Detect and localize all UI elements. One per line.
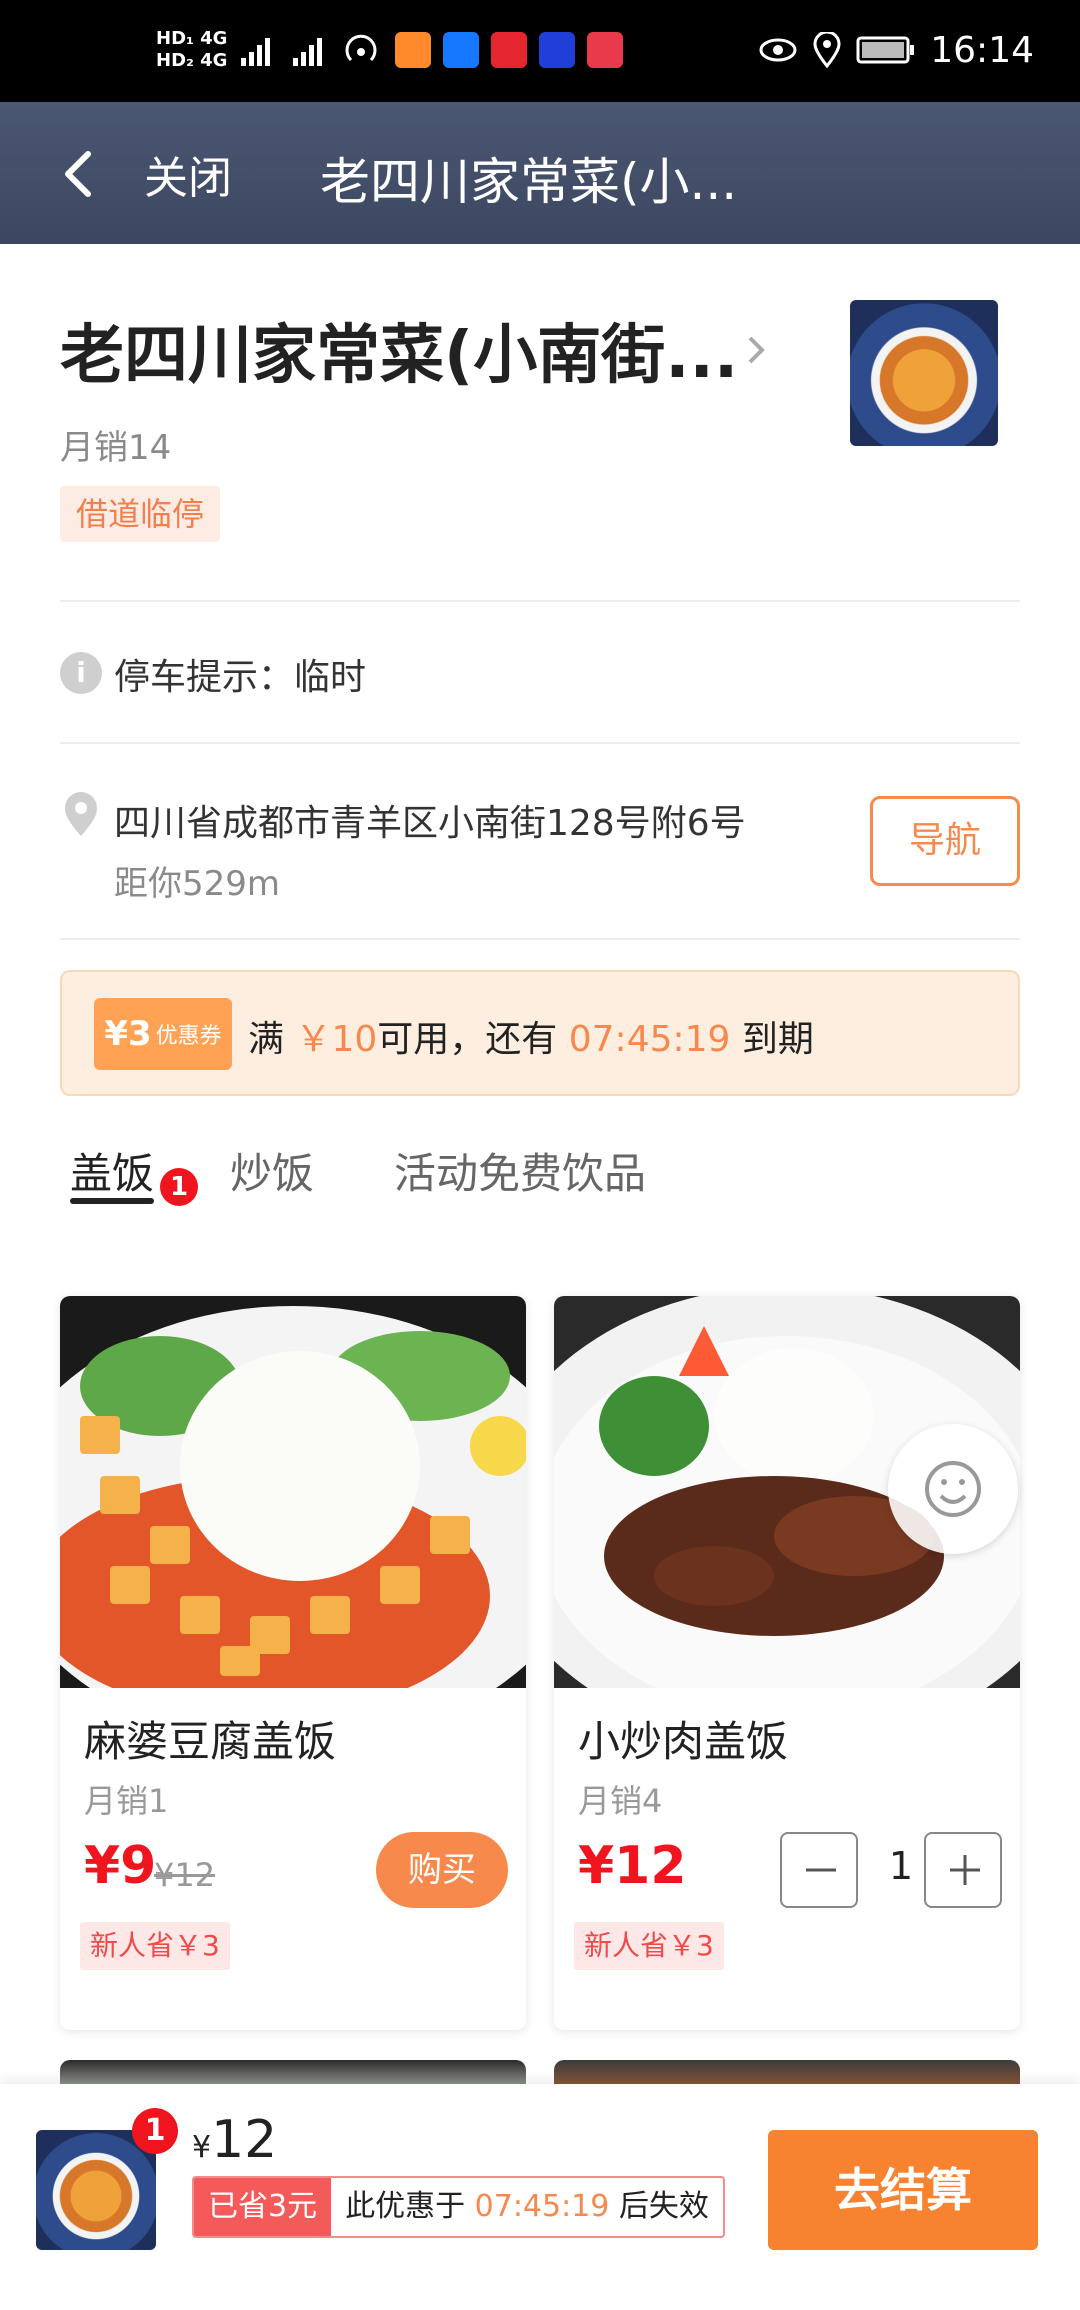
product-card[interactable]: 小炒肉盖饭 月销4 ¥12 1 新人省￥3	[554, 1296, 1020, 2030]
store-address: 四川省成都市青羊区小南街128号附6号	[114, 803, 746, 844]
tab-free-drinks[interactable]: 活动免费饮品	[394, 1140, 646, 1201]
cart-currency: ¥	[192, 2130, 212, 2165]
status-left: HD₁ 4G HD₂ 4G	[156, 22, 624, 78]
signal-2-icon	[293, 38, 323, 66]
signal-icon	[241, 38, 271, 66]
app-notification-icon	[587, 32, 624, 68]
divider	[60, 742, 1020, 744]
store-distance: 距你529m	[114, 864, 281, 904]
location-pin-icon	[65, 792, 97, 836]
saved-amount: 已省3元	[194, 2178, 332, 2236]
header-title: 老四川家常菜(小...	[320, 153, 738, 211]
app-notification-icon	[395, 32, 432, 68]
newbie-discount-tag: 新人省￥3	[574, 1922, 724, 1970]
store-monthly-sales: 月销14	[60, 428, 172, 468]
coupon-amount: ¥3	[104, 1014, 152, 1054]
coupon-bar[interactable]: ¥3 优惠券 满 ￥10可用，还有 07:45:19 到期	[60, 970, 1020, 1096]
store-name[interactable]: 老四川家常菜(小南街...	[60, 304, 738, 396]
coupon-label: 优惠券	[155, 1024, 222, 1049]
increase-quantity-button[interactable]	[924, 1832, 1002, 1908]
promo-suffix: 后失效	[618, 2189, 709, 2224]
network-indicators: HD₁ 4G HD₂ 4G	[156, 28, 227, 72]
app-header: 关闭 老四川家常菜(小...	[0, 102, 1080, 244]
tab-gaifan[interactable]: 盖饭	[70, 1140, 154, 1201]
navigate-button[interactable]: 导航	[870, 796, 1020, 886]
zhihu-notification-icon	[443, 32, 480, 68]
promo-expiry: 此优惠于 07:45:19 后失效	[331, 2178, 723, 2236]
hotspot-icon	[346, 34, 377, 62]
product-sales: 月销4	[578, 1782, 663, 1820]
network-2-text: HD₂ 4G	[156, 50, 228, 71]
minus-icon	[806, 1868, 836, 1872]
promo-countdown: 07:45:19	[474, 2189, 610, 2224]
coupon-suffix: 到期	[741, 1019, 814, 1060]
eye-icon	[759, 38, 797, 62]
coupon-countdown: 07:45:19	[568, 1019, 731, 1060]
checkout-button[interactable]: 去结算	[768, 2130, 1038, 2250]
coupon-threshold: ￥10	[295, 1019, 378, 1060]
coupon-text: 满 ￥10可用，还有 07:45:19 到期	[248, 1010, 814, 1062]
back-arrow-icon[interactable]	[52, 146, 108, 202]
savings-info: 已省3元 此优惠于 07:45:19 后失效	[192, 2176, 725, 2238]
coupon-prefix: 满	[248, 1019, 285, 1060]
product-name: 麻婆豆腐盖饭	[84, 1717, 337, 1766]
coupon-mid: 可用，还有	[377, 1019, 558, 1060]
product-name: 小炒肉盖饭	[578, 1717, 789, 1766]
store-thumbnail[interactable]	[850, 300, 998, 446]
cart-total-amount: 12	[211, 2110, 278, 2170]
tab-chaofan[interactable]: 炒饭	[230, 1140, 314, 1201]
parking-tip: 停车提示：临时	[114, 657, 367, 698]
app-notification-icon	[539, 32, 576, 68]
tab-count-badge: 1	[160, 1168, 198, 1206]
quantity-value: 1	[888, 1844, 914, 1888]
active-tab-indicator	[70, 1198, 154, 1204]
divider	[60, 938, 1020, 940]
decrease-quantity-button[interactable]	[780, 1832, 858, 1908]
newbie-discount-tag: 新人省￥3	[80, 1922, 230, 1970]
battery-icon	[856, 36, 915, 64]
product-price: ¥12	[578, 1836, 687, 1896]
network-1-text: HD₁ 4G	[156, 28, 228, 49]
divider	[60, 600, 1020, 602]
product-image	[60, 1296, 526, 1688]
customer-service-button[interactable]	[888, 1424, 1018, 1554]
parking-tag: 借道临停	[60, 486, 221, 542]
status-bar: HD₁ 4G HD₂ 4G 16:14	[0, 0, 1080, 102]
cart-count-badge: 1	[132, 2108, 178, 2154]
clock: 16:14	[930, 29, 1034, 71]
product-original-price: ¥12	[154, 1856, 216, 1894]
promo-prefix: 此优惠于	[345, 2189, 466, 2224]
product-sales: 月销1	[84, 1782, 169, 1820]
smile-icon	[925, 1461, 981, 1517]
cart-total: ¥12	[192, 2110, 277, 2170]
cart-thumbnail[interactable]	[36, 2130, 156, 2250]
product-price: ¥9	[84, 1836, 157, 1896]
plus-icon	[950, 1855, 980, 1885]
app-notification-icon	[491, 32, 528, 68]
close-button[interactable]: 关闭	[144, 142, 232, 206]
buy-button[interactable]: 购买	[376, 1832, 508, 1908]
location-icon	[813, 32, 841, 68]
product-card[interactable]: 麻婆豆腐盖饭 月销1 ¥9 ¥12 购买 新人省￥3	[60, 1296, 526, 2030]
cart-bar: 1 ¥12 已省3元 此优惠于 07:45:19 后失效 去结算	[0, 2084, 1080, 2310]
chevron-right-icon[interactable]	[744, 330, 770, 370]
info-icon: i	[60, 652, 102, 694]
status-right: 16:14	[758, 22, 1034, 78]
coupon-badge: ¥3 优惠券	[94, 998, 232, 1070]
